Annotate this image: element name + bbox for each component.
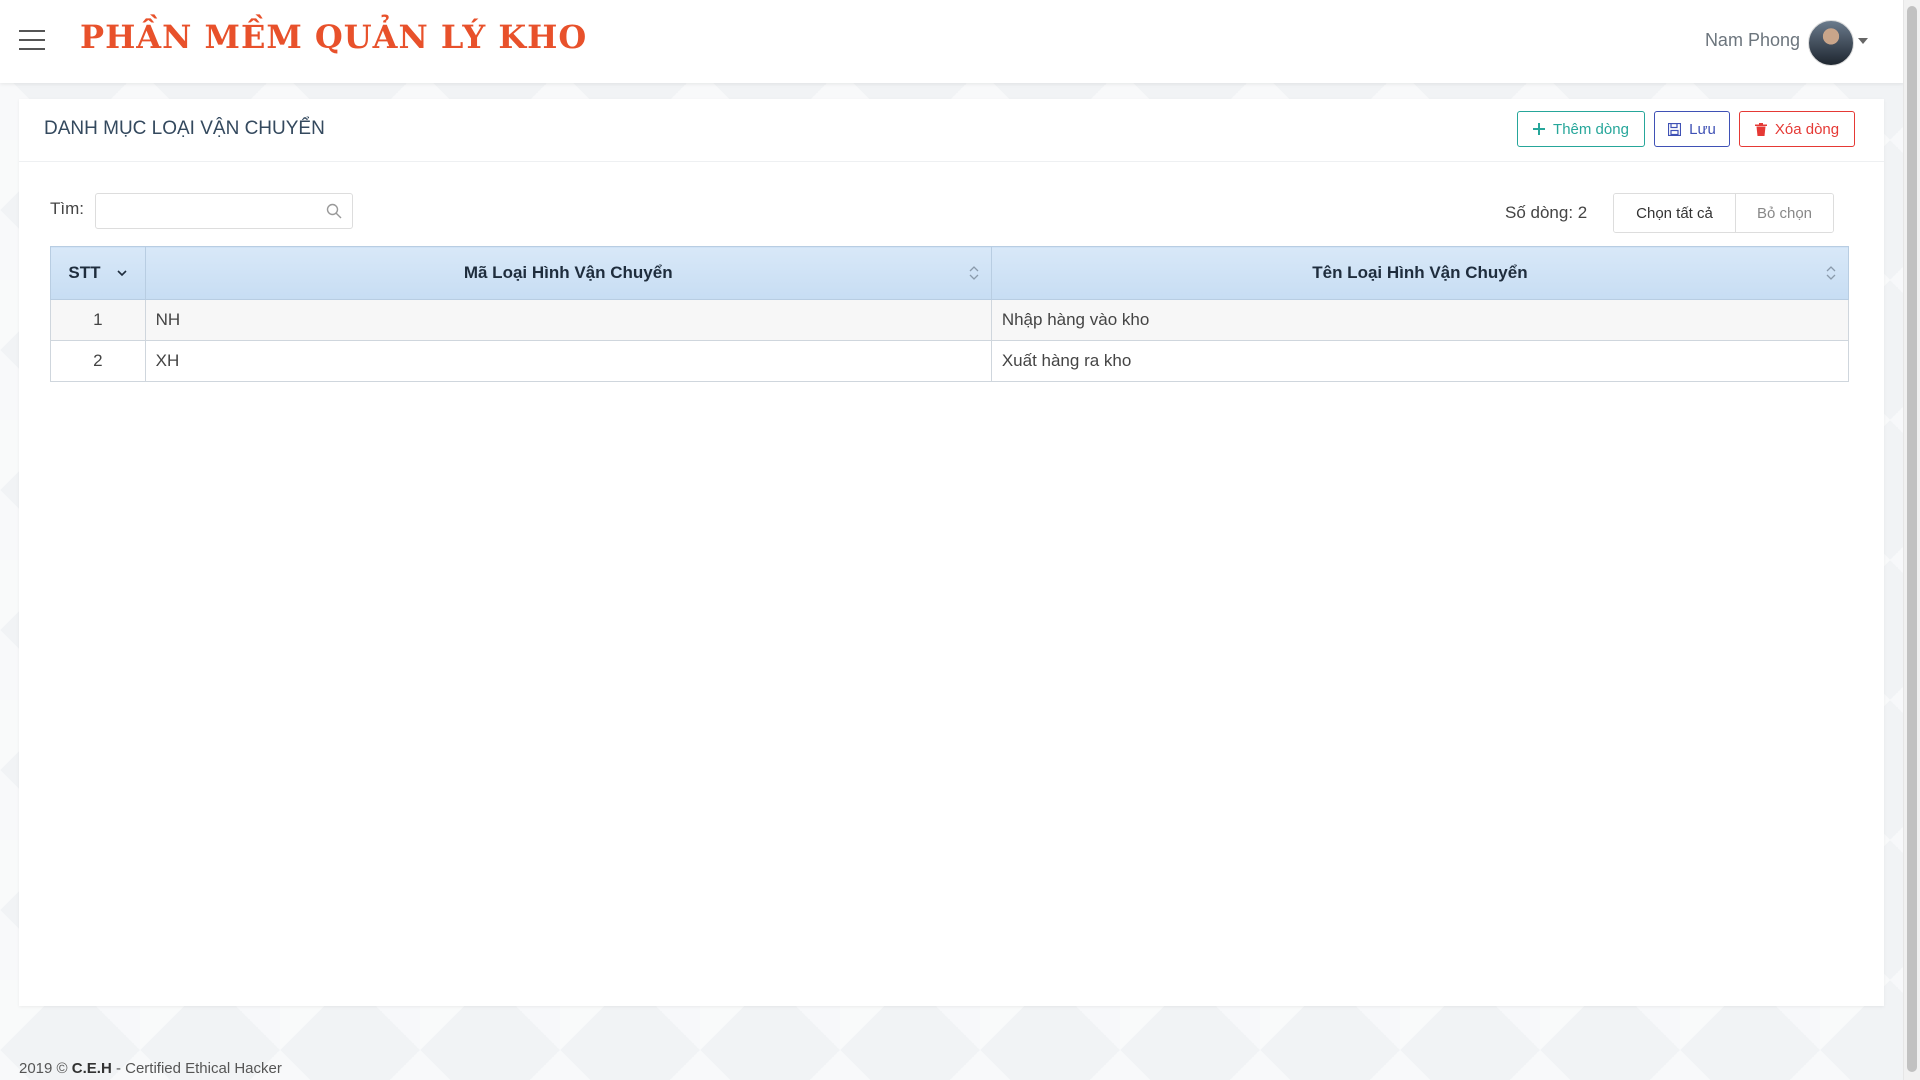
select-all-button[interactable]: Chọn tất cả [1614,194,1736,232]
avatar[interactable] [1808,20,1854,66]
cell-code[interactable]: XH [144,340,992,382]
save-label: Lưu [1689,120,1716,138]
row-count: Số dòng: 2 [1505,203,1588,222]
delete-row-button[interactable]: Xóa dòng [1739,111,1855,147]
column-header-stt[interactable]: STT [50,246,146,300]
search-field[interactable] [95,193,353,229]
add-row-button[interactable]: Thêm dòng [1517,111,1645,147]
page-title: DANH MỤC LOẠI VẬN CHUYỂN [44,118,325,139]
table-row[interactable]: 2 XH Xuất hàng ra kho [50,340,1850,382]
plus-icon [1533,123,1546,135]
main-card: DANH MỤC LOẠI VẬN CHUYỂN Thêm dòng Lưu X [19,99,1884,1006]
table-header-row: STT Mã Loại Hình Vận Chuyển Tên Loại Hìn… [50,246,1850,300]
footer-org: C.E.H [71,1060,112,1077]
save-button[interactable]: Lưu [1654,111,1730,147]
transport-type-table: STT Mã Loại Hình Vận Chuyển Tên Loại Hìn… [50,246,1850,382]
add-row-label: Thêm dòng [1553,120,1629,138]
sort-descending-icon[interactable] [117,270,127,277]
column-header-code-label: Mã Loại Hình Vận Chuyển [463,263,673,282]
footer-prefix: 2019 © [19,1060,72,1077]
sort-icon[interactable] [969,265,979,281]
top-navbar: PHẦN MỀM QUẢN LÝ KHO Nam Phong [0,0,1904,83]
floppy-disk-icon [1668,122,1682,136]
column-header-code[interactable]: Mã Loại Hình Vận Chuyển [144,246,992,300]
app-brand: PHẦN MỀM QUẢN LÝ KHO [80,18,588,56]
sort-icon[interactable] [1826,265,1836,281]
trash-icon [1754,122,1767,136]
table-row[interactable]: 1 NH Nhập hàng vào kho [50,299,1850,341]
column-header-name-label: Tên Loại Hình Vận Chuyển [1312,263,1528,282]
deselect-button[interactable]: Bỏ chọn [1736,194,1833,232]
cell-code[interactable]: NH [144,299,992,341]
selection-button-group: Chọn tất cả Bỏ chọn [1613,193,1834,233]
caret-down-icon[interactable] [1858,38,1868,44]
column-header-stt-label: STT [68,263,101,282]
scrollbar-thumb[interactable] [1907,6,1917,1072]
search-icon [326,203,342,219]
search-label: Tìm: [50,199,84,218]
card-header: DANH MỤC LOẠI VẬN CHUYỂN Thêm dòng Lưu X [19,99,1884,162]
footer: 2019 © C.E.H - Certified Ethical Hacker [19,1060,282,1077]
cell-name[interactable]: Nhập hàng vào kho [990,299,1850,341]
cell-stt: 2 [50,340,146,382]
user-name[interactable]: Nam Phong [1705,30,1800,51]
search-input[interactable] [96,194,332,226]
page-scrollbar[interactable] [1903,0,1920,1080]
hamburger-icon[interactable] [19,30,45,52]
cell-name[interactable]: Xuất hàng ra kho [990,340,1850,382]
delete-row-label: Xóa dòng [1774,120,1840,138]
column-header-name[interactable]: Tên Loại Hình Vận Chuyển [990,246,1850,300]
cell-stt: 1 [50,299,146,341]
footer-suffix: - Certified Ethical Hacker [111,1060,282,1077]
